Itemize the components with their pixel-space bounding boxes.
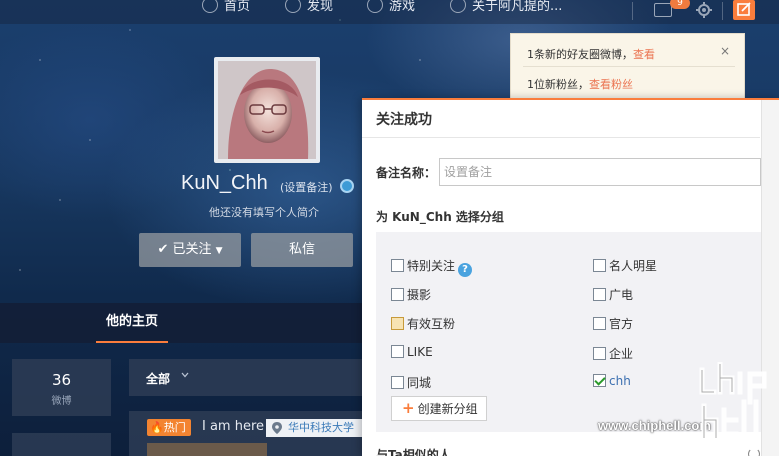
nav-games-label: 游戏	[389, 0, 416, 14]
group-checkbox[interactable]	[391, 317, 404, 330]
home-icon	[202, 0, 218, 13]
message-count-badge: 9	[670, 0, 690, 9]
group-option-celebrity[interactable]: 名人明星	[593, 257, 657, 274]
gear-icon[interactable]	[695, 1, 713, 19]
dialog-title: 关注成功	[376, 112, 432, 128]
notification-popup: 1条新的好友圈微博，查看 × 1位新粉丝，查看粉丝	[510, 33, 745, 99]
group-option-official[interactable]: 官方	[593, 315, 633, 332]
group-option-special[interactable]: 特别关注?	[391, 257, 473, 277]
group-option-enterprise[interactable]: 企业	[593, 345, 633, 362]
group-option-label: 企业	[609, 347, 634, 361]
watermark-site: www.chiphell.com	[598, 418, 711, 433]
notification-new-fans: 1位新粉丝，查看粉丝	[527, 76, 633, 92]
fire-icon: 🔥	[150, 421, 164, 434]
nav-home[interactable]: 首页	[202, 0, 250, 19]
top-navigation: 首页 发现 游戏 关于阿凡提的... 9	[0, 0, 779, 24]
weibo-count-card[interactable]: 36 微博	[12, 359, 111, 416]
remark-label: 备注名称：	[376, 166, 437, 180]
group-option-like[interactable]: LIKE	[391, 345, 433, 359]
create-group-button[interactable]: + 创建新分组	[391, 396, 487, 421]
group-option-label: 有效互粉	[407, 317, 456, 331]
group-select-title: 为 KuN_Chh 选择分组	[376, 210, 504, 224]
caret-down-icon: ▼	[215, 246, 223, 256]
feed-text: I am here	[202, 419, 265, 434]
notification-divider	[523, 66, 735, 67]
check-icon: ✔	[157, 242, 169, 257]
group-option-broadcast[interactable]: 广电	[593, 286, 633, 303]
weibo-count: 36	[51, 371, 72, 389]
group-checkbox[interactable]	[593, 288, 606, 301]
group-checkbox[interactable]	[391, 288, 404, 301]
hot-badge-label: 热门	[163, 421, 186, 434]
set-remark-link[interactable]: (设置备注)	[280, 179, 333, 195]
chevron-down-icon[interactable]	[181, 371, 189, 379]
group-option-mutual[interactable]: 有效互粉	[391, 315, 455, 332]
notification-new-fans-text: 1位新粉丝，	[527, 78, 589, 91]
hot-badge: 🔥热门	[147, 419, 191, 436]
followed-button[interactable]: ✔ 已关注 ▼	[139, 233, 241, 267]
group-option-label: chh	[609, 374, 631, 388]
nav-user[interactable]: 关于阿凡提的...	[450, 0, 562, 19]
nav-divider	[722, 2, 723, 20]
notification-new-posts-text: 1条新的好友圈微博，	[527, 48, 633, 61]
feed-image[interactable]	[147, 443, 267, 456]
feed-filter-all[interactable]: 全部	[146, 370, 170, 387]
weibo-count-label: 微博	[51, 396, 72, 407]
group-checkbox[interactable]	[593, 259, 606, 272]
discover-icon	[285, 0, 301, 13]
group-option-photography[interactable]: 摄影	[391, 286, 431, 303]
edit-icon	[737, 2, 751, 16]
game-icon	[367, 0, 383, 13]
create-group-label: 创建新分组	[417, 402, 478, 416]
notification-new-posts: 1条新的好友圈微博，查看	[527, 46, 655, 62]
group-option-label: 官方	[609, 317, 634, 331]
refresh-icon[interactable]	[748, 448, 760, 456]
group-option-label: LIKE	[407, 345, 433, 359]
group-option-label: 摄影	[407, 288, 432, 302]
group-checkbox[interactable]	[391, 259, 404, 272]
nav-home-label: 首页	[224, 0, 251, 14]
group-option-label: 广电	[609, 288, 634, 302]
group-option-chh[interactable]: chh	[593, 374, 631, 388]
profile-name: KuN_Chh	[181, 172, 268, 194]
private-message-button[interactable]: 私信	[251, 233, 353, 267]
similar-users-title: 与Ta相似的人	[376, 448, 451, 456]
nav-games[interactable]: 游戏	[367, 0, 415, 19]
group-option-label: 名人明星	[609, 259, 658, 273]
group-checkbox[interactable]	[593, 317, 606, 330]
message-icon[interactable]	[654, 3, 672, 17]
profile-intro: 他还没有填写个人简介	[209, 206, 319, 219]
verified-icon[interactable]	[340, 179, 354, 193]
nav-discover[interactable]: 发现	[285, 0, 333, 19]
group-checkbox[interactable]	[391, 345, 404, 358]
group-option-label: 特别关注	[407, 259, 456, 273]
plus-icon: +	[402, 399, 415, 417]
tab-his-home[interactable]: 他的主页	[96, 303, 168, 343]
compose-button[interactable]	[733, 0, 755, 20]
group-checkbox[interactable]	[391, 376, 404, 389]
nav-discover-label: 发现	[307, 0, 334, 14]
dialog-divider	[362, 137, 760, 138]
avatar-image	[218, 61, 316, 159]
remark-input[interactable]	[439, 158, 761, 186]
nav-user-label: 关于阿凡提的...	[472, 0, 563, 14]
group-checkbox-checked[interactable]	[593, 374, 606, 387]
group-option-local[interactable]: 同城	[391, 374, 431, 391]
close-icon[interactable]: ×	[720, 44, 730, 58]
view-fans-link[interactable]: 查看粉丝	[589, 78, 633, 91]
side-card	[12, 433, 111, 456]
chiphell-logo	[699, 362, 767, 446]
user-icon	[450, 0, 466, 13]
nav-divider	[632, 2, 633, 20]
group-checkbox[interactable]	[593, 347, 606, 360]
view-posts-link[interactable]: 查看	[633, 48, 655, 61]
location-pin-icon	[272, 422, 282, 434]
profile-tab-bar	[0, 303, 362, 343]
followed-button-label: 已关注	[172, 242, 212, 257]
help-icon[interactable]: ?	[458, 263, 473, 277]
avatar[interactable]	[214, 57, 320, 163]
group-option-label: 同城	[407, 376, 432, 390]
